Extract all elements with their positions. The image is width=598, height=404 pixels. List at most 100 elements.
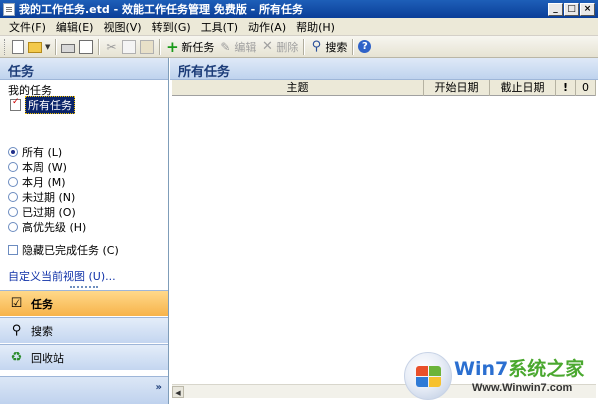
- scroll-left-arrow-icon[interactable]: ◀: [172, 385, 184, 398]
- print-button[interactable]: [59, 38, 77, 56]
- watermark-brand-accent: 系统之家: [508, 358, 585, 380]
- pencil-icon: ✎: [220, 39, 231, 54]
- expand-chevron-icon[interactable]: »: [156, 382, 162, 393]
- search-icon: ⚲: [311, 38, 322, 54]
- filter-overdue-label: 已过期 (O): [22, 205, 76, 219]
- content-title: 所有任务: [170, 58, 598, 80]
- new-task-label: 新任务: [181, 40, 215, 54]
- watermark-brand: Win7系统之家: [454, 354, 584, 381]
- nav-pane-title: 任务: [0, 58, 168, 80]
- filter-all-label: 所有 (L): [22, 145, 63, 159]
- menu-file[interactable]: 文件(F): [4, 19, 51, 35]
- radio-icon: [8, 146, 18, 157]
- windows-orb-logo: [404, 352, 452, 400]
- search-button[interactable]: ⚲ 搜索: [307, 38, 349, 56]
- menu-bar: 文件(F) 编辑(E) 视图(V) 转到(G) 工具(T) 动作(A) 帮助(H…: [0, 18, 598, 36]
- menu-help[interactable]: 帮助(H): [291, 19, 340, 35]
- column-header-priority[interactable]: !: [556, 80, 576, 96]
- toolbar-separator: [98, 38, 100, 55]
- menu-edit[interactable]: 编辑(E): [51, 19, 99, 35]
- search-icon: ⚲: [11, 323, 22, 338]
- task-check-icon: ☑: [10, 296, 23, 311]
- scissors-icon: ✂: [106, 39, 117, 54]
- task-folder-icon: [10, 97, 21, 111]
- pane-splitter-handle[interactable]: [70, 286, 98, 289]
- filter-this-month[interactable]: 本月 (M): [8, 174, 86, 189]
- nav-button-search[interactable]: ⚲ 搜索: [0, 317, 168, 343]
- delete-label: 删除: [276, 40, 299, 54]
- column-header-start-date[interactable]: 开始日期: [424, 80, 490, 96]
- nav-button-search-label: 搜索: [31, 324, 53, 338]
- maximize-button[interactable]: □: [564, 2, 579, 16]
- nav-pane-footer: »: [0, 376, 168, 404]
- menu-view[interactable]: 视图(V): [98, 19, 146, 35]
- checkbox-icon: [8, 245, 18, 255]
- copy-icon: [122, 39, 137, 54]
- toolbar-separator: [159, 38, 161, 55]
- hide-completed-label: 隐藏已完成任务 (C): [22, 244, 119, 257]
- watermark-brand-main: Win7: [454, 358, 509, 380]
- radio-icon: [8, 176, 18, 187]
- print-preview-icon: [79, 39, 94, 54]
- folder-all-tasks[interactable]: 所有任务: [0, 95, 168, 114]
- help-button[interactable]: ?: [356, 38, 373, 56]
- folder-icon: [28, 42, 42, 53]
- menu-goto[interactable]: 转到(G): [147, 19, 196, 35]
- site-watermark: Win7系统之家 Www.Winwin7.com: [404, 350, 598, 404]
- filter-high-priority-label: 高优先级 (H): [22, 220, 87, 234]
- filter-this-week-label: 本周 (W): [22, 160, 67, 174]
- toolbar-separator: [303, 38, 305, 55]
- column-header-attachment[interactable]: 0: [576, 80, 596, 96]
- filter-this-week[interactable]: 本周 (W): [8, 159, 86, 174]
- new-task-button[interactable]: + 新任务: [163, 38, 216, 56]
- edit-label: 编辑: [234, 40, 257, 54]
- cut-button[interactable]: ✂: [102, 38, 120, 56]
- menu-tools[interactable]: 工具(T): [196, 19, 243, 35]
- delete-x-icon: ✕: [261, 38, 273, 54]
- nav-button-recycle-bin-label: 回收站: [31, 351, 64, 365]
- filter-overdue[interactable]: 已过期 (O): [8, 204, 86, 219]
- dropdown-caret-icon[interactable]: ▼: [45, 43, 50, 51]
- filter-high-priority[interactable]: 高优先级 (H): [8, 219, 86, 234]
- nav-button-tasks[interactable]: ☑ 任务: [0, 290, 168, 316]
- copy-button[interactable]: [120, 38, 138, 56]
- radio-icon: [8, 161, 18, 172]
- app-icon: [3, 2, 15, 16]
- filter-not-overdue-label: 未过期 (N): [22, 190, 76, 204]
- edit-button[interactable]: ✎ 编辑: [216, 38, 258, 56]
- toolbar: ▼ ✂ + 新任务 ✎ 编辑 ✕ 删除 ⚲ 搜索 ?: [0, 36, 598, 58]
- watermark-url: Www.Winwin7.com: [472, 382, 573, 394]
- task-grid-body[interactable]: [172, 96, 596, 378]
- view-filter-group: 所有 (L) 本周 (W) 本月 (M) 未过期 (N) 已过期 (O) 高优先…: [8, 144, 86, 234]
- toolbar-separator: [55, 38, 57, 55]
- navigation-pane: 任务 我的任务 所有任务 所有 (L) 本周 (W) 本月 (M) 未过期 (N…: [0, 58, 169, 404]
- open-file-button[interactable]: ▼: [26, 38, 52, 56]
- delete-button[interactable]: ✕ 删除: [258, 38, 300, 56]
- nav-button-recycle-bin[interactable]: ♻ 回收站: [0, 344, 168, 370]
- printer-icon: [61, 43, 76, 53]
- nav-button-tasks-label: 任务: [31, 297, 53, 311]
- hide-completed-checkbox[interactable]: 隐藏已完成任务 (C): [8, 242, 119, 258]
- radio-icon: [8, 221, 18, 232]
- paste-button[interactable]: [138, 38, 156, 56]
- toolbar-grip[interactable]: [4, 38, 7, 55]
- filter-this-month-label: 本月 (M): [22, 175, 66, 189]
- new-file-button[interactable]: [10, 38, 26, 56]
- print-preview-button[interactable]: [77, 38, 95, 56]
- close-button[interactable]: ×: [580, 2, 595, 16]
- help-icon: ?: [358, 40, 372, 53]
- minimize-button[interactable]: _: [548, 2, 563, 16]
- new-document-icon: [12, 39, 24, 54]
- plus-icon: +: [166, 37, 179, 56]
- filter-not-overdue[interactable]: 未过期 (N): [8, 189, 86, 204]
- paste-icon: [140, 39, 155, 54]
- search-label: 搜索: [325, 40, 348, 54]
- radio-icon: [8, 206, 18, 217]
- filter-all[interactable]: 所有 (L): [8, 144, 86, 159]
- column-header-subject[interactable]: 主题: [172, 80, 424, 96]
- recycle-bin-icon: ♻: [10, 350, 23, 365]
- column-header-due-date[interactable]: 截止日期: [490, 80, 556, 96]
- menu-actions[interactable]: 动作(A): [243, 19, 291, 35]
- radio-icon: [8, 191, 18, 202]
- customize-view-link[interactable]: 自定义当前视图 (U)...: [8, 268, 116, 284]
